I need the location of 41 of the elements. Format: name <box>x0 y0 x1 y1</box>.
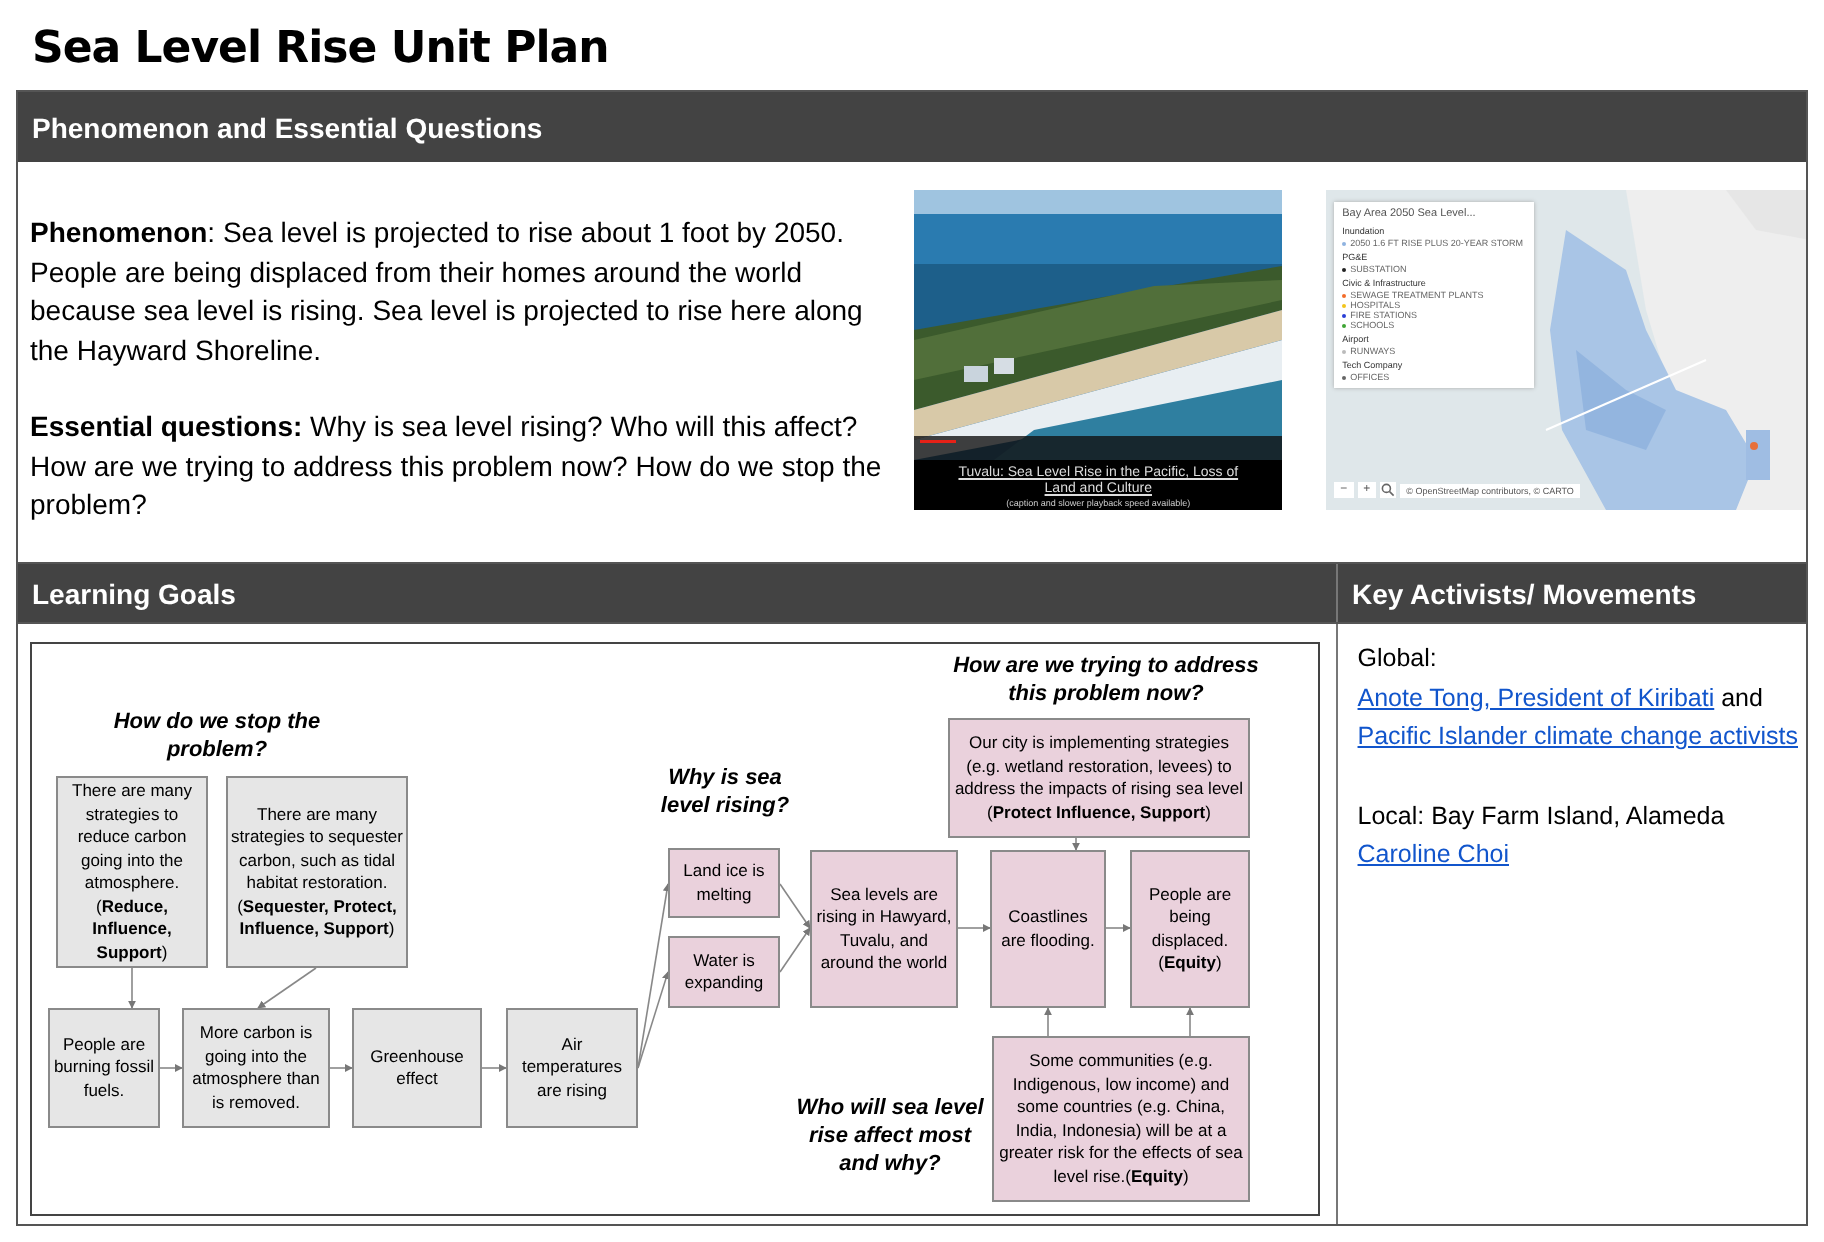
diagram-box: There are many strategies to sequester carbon, such as tidal habitat restoration. (Sequester, Protect, Influence, Support) <box>226 776 408 968</box>
section-header: Learning Goals <box>18 564 1338 622</box>
diagram-box: Water is expanding <box>668 936 780 1008</box>
arrow <box>1186 1007 1194 1037</box>
diagram-question: Why is sea level rising? <box>658 764 792 820</box>
diagram-box: Some communities (e.g. Indigenous, low income) and some countries (e.g. China, India, Indonesia) will be at a greater risk for the effects of sea level rise.(Equity) <box>992 1036 1250 1202</box>
arrow <box>329 1064 353 1072</box>
paragraph: Local: Bay Farm Island, Alameda Caroline Choi <box>1357 799 1727 872</box>
arrow <box>957 924 991 932</box>
diagram-box: People are being displaced. (Equity) <box>1130 850 1250 1008</box>
section-header: Phenomenon and Essential Questions <box>18 92 1806 162</box>
diagram-box: People are burning fossil fuels. <box>48 1008 160 1128</box>
activist-link[interactable]: Pacific Islander climate change activists <box>1357 722 1798 750</box>
page-title: Sea Level Rise Unit Plan <box>32 24 611 74</box>
diagram-box: Greenhouse effect <box>352 1008 482 1128</box>
activist-link[interactable]: Anote Tong, President of Kiribati <box>1357 683 1715 711</box>
search-icon[interactable] <box>1380 482 1397 498</box>
diagram-box: Sea levels are rising in Hawyard, Tuvalu, and around the world <box>810 850 958 1008</box>
paragraph: Global: Anote Tong, President of Kiribati and Pacific Islander climate change activists <box>1357 642 1798 754</box>
diagram-box: There are many strategies to reduce carbon going into the atmosphere. (Reduce, Influence, Support) <box>56 776 208 968</box>
arrow <box>159 1064 183 1072</box>
arrow <box>1105 924 1131 932</box>
diagram-question: How are we trying to address this problem now? <box>951 652 1261 708</box>
diagram-question: Who will sea level rise affect most and why? <box>794 1094 986 1178</box>
diagram-box: Our city is implementing strategies (e.g. wetland restoration, levees) to address the impacts of rising sea level (Protect Influence, Support) <box>948 718 1250 838</box>
diagram-box: Land ice is melting <box>668 848 780 918</box>
diagram-box: Coastlines are flooding. <box>990 850 1106 1008</box>
arrow <box>481 1064 507 1072</box>
diagram-question: How do we stop the problem? <box>111 708 323 764</box>
arrow <box>128 967 136 1009</box>
activist-link[interactable]: Caroline Choi <box>1357 840 1509 868</box>
paragraph: Phenomenon: Sea level is projected to rise about 1 foot by 2050. People are being displaced from their homes around the world because sea level is rising. Sea level is projected to rise here along the Hayward Shoreline. <box>30 214 865 370</box>
diagram-box: Air temperatures are rising <box>506 1008 638 1128</box>
arrow <box>779 927 811 973</box>
section-header: Key Activists/ Movements <box>1338 564 1806 622</box>
paragraph: Essential questions: Why is sea level rising? Who will this affect? How are we trying to address this problem now? How do we stop the problem? <box>30 408 884 524</box>
arrow <box>1044 1007 1052 1037</box>
arrow <box>1072 837 1080 851</box>
diagram-box: More carbon is going into the atmosphere than is removed. <box>182 1008 330 1128</box>
arrow <box>779 883 811 929</box>
arrow <box>257 967 317 1009</box>
